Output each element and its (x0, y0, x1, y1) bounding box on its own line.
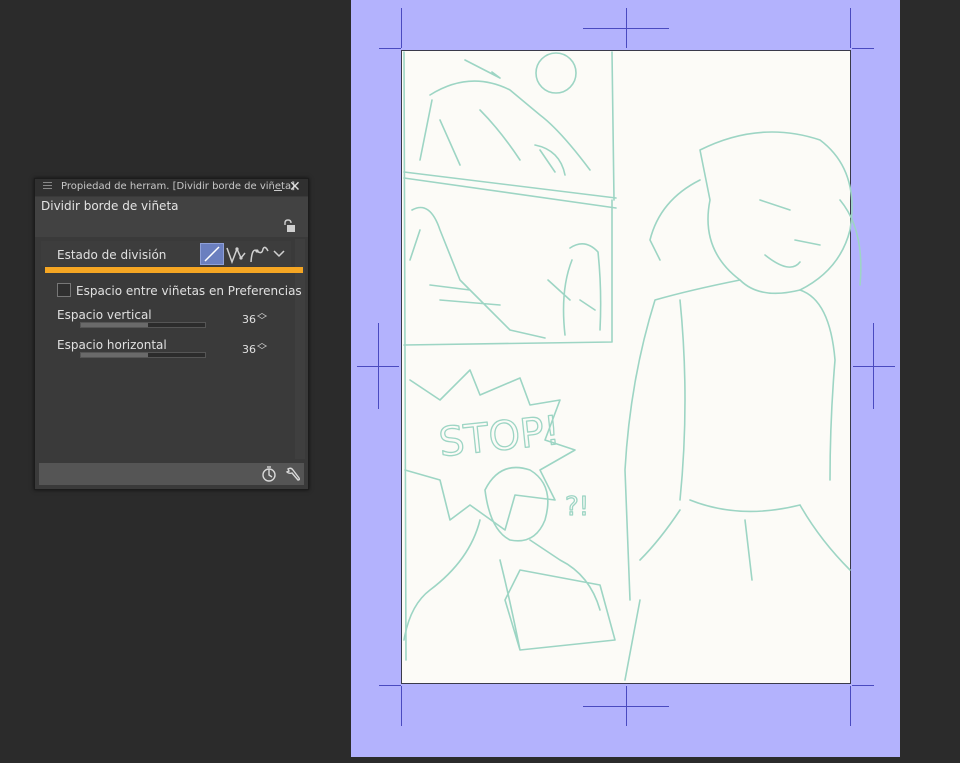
tool-property-panel: Propiedad de herram. [Dividir borde de v… (34, 178, 309, 490)
crop-mark-top-left-v (401, 8, 402, 48)
horizontal-gap-param: Espacio horizontal 36 ︿ ﹀ (57, 338, 272, 366)
gap-preference-checkbox[interactable] (57, 283, 71, 297)
crop-mark-top-left-h (379, 48, 401, 49)
vertical-gap-spinner-icon[interactable]: ︿ ﹀ (257, 309, 267, 327)
crop-mark-top-right-h (852, 48, 874, 49)
horizontal-gap-label: Espacio horizontal (57, 338, 167, 352)
division-state-label: Estado de división (57, 248, 167, 262)
crop-mark-bottom-left-h (379, 685, 401, 686)
curve-icon[interactable] (248, 243, 270, 265)
tool-name-bar: Dividir borde de viñeta (35, 197, 308, 237)
crop-mark-top-center-h (583, 28, 669, 29)
reset-icon[interactable] (261, 466, 277, 482)
crop-mark-bottom-right-h (852, 685, 874, 686)
vertical-gap-param: Espacio vertical 36 ︿ ﹀ (57, 308, 272, 336)
vertical-gap-slider[interactable] (80, 322, 206, 328)
crop-mark-bottom-right-v (850, 686, 851, 726)
horizontal-gap-value[interactable]: 36 (242, 343, 256, 356)
vertical-gap-value[interactable]: 36 (242, 313, 256, 326)
crop-mark-bottom-center-h (583, 706, 669, 707)
crop-mark-left-center-v (378, 323, 379, 409)
gap-preference-row[interactable]: Espacio entre viñetas en Preferencias (57, 283, 302, 301)
division-state-row: Estado de división (41, 241, 291, 266)
crop-mark-top-right-v (850, 8, 851, 48)
crop-mark-right-center-h (853, 366, 895, 367)
lock-icon[interactable] (282, 219, 296, 233)
horizontal-gap-spinner-icon[interactable]: ︿ ﹀ (257, 339, 267, 357)
vertical-gap-label: Espacio vertical (57, 308, 152, 322)
manga-page[interactable] (401, 50, 851, 684)
panel-title: Propiedad de herram. [Dividir borde de v… (61, 181, 295, 192)
highlight-underline (45, 267, 303, 273)
menu-icon[interactable] (43, 182, 52, 190)
polyline-icon[interactable] (225, 243, 247, 265)
settings-wrench-icon[interactable] (285, 466, 301, 482)
tool-name: Dividir borde de viñeta (41, 199, 179, 213)
crop-mark-bottom-left-v (401, 686, 402, 726)
close-icon[interactable]: ✕ (289, 179, 301, 195)
horizontal-gap-slider[interactable] (80, 352, 206, 358)
panel-titlebar[interactable]: Propiedad de herram. [Dividir borde de v… (35, 179, 308, 196)
crop-mark-right-center-v (873, 323, 874, 409)
minimize-icon[interactable] (273, 182, 283, 192)
panel-footer (39, 463, 304, 485)
straight-line-icon[interactable] (200, 243, 224, 265)
gap-preference-label: Espacio entre viñetas en Preferencias (76, 284, 302, 298)
dropdown-arrow-icon[interactable] (271, 243, 287, 265)
